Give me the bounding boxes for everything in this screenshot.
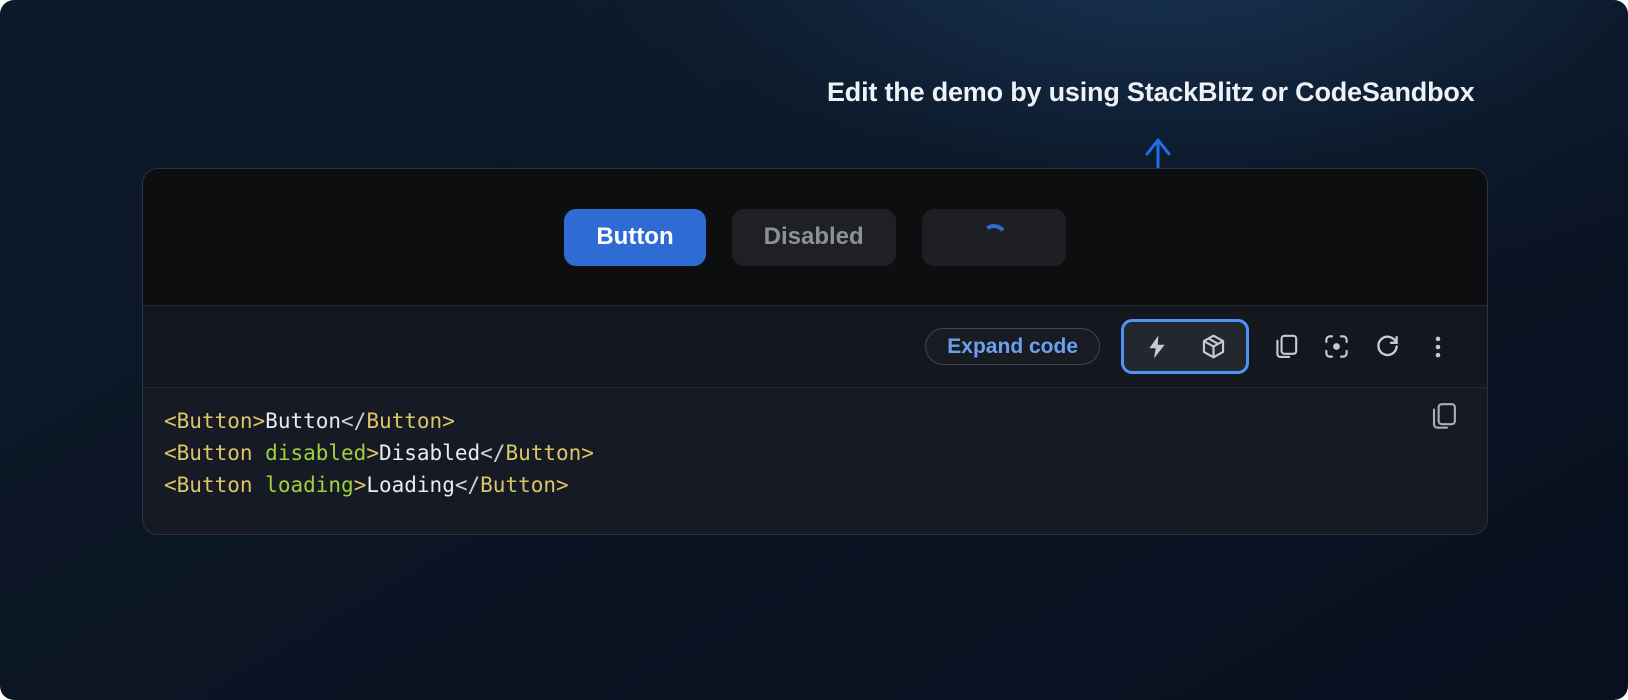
stackblitz-button[interactable] xyxy=(1142,332,1172,362)
annotation-title: Edit the demo by using StackBlitz or Cod… xyxy=(827,77,1474,108)
loading-spinner-icon xyxy=(979,222,1008,251)
code-line: <Button>Button</Button> xyxy=(164,405,1427,437)
copy-icon xyxy=(1428,401,1458,431)
expand-code-button[interactable]: Expand code xyxy=(925,328,1100,365)
copy-code-snippet-button[interactable] xyxy=(1427,401,1459,433)
vertical-ellipsis-icon xyxy=(1425,334,1451,360)
lightning-bolt-icon xyxy=(1144,334,1170,360)
page-background: Edit the demo by using StackBlitz or Cod… xyxy=(0,0,1628,700)
demo-toolbar: Expand code xyxy=(143,305,1487,387)
edit-demo-icon-group xyxy=(1121,319,1249,374)
more-actions-button[interactable] xyxy=(1423,332,1453,362)
demo-disabled-button: Disabled xyxy=(732,209,896,266)
codesandbox-button[interactable] xyxy=(1198,332,1228,362)
demo-primary-button[interactable]: Button xyxy=(564,209,705,266)
standalone-demo-button[interactable] xyxy=(1321,332,1351,362)
copy-code-button[interactable] xyxy=(1270,332,1300,362)
code-line: <Button loading>Loading</Button> xyxy=(164,469,1427,501)
arrowhead-icon xyxy=(1147,140,1169,154)
codesandbox-cube-icon xyxy=(1200,333,1227,360)
demo-loading-button[interactable] xyxy=(922,209,1066,266)
demo-card: Button Disabled Expand code xyxy=(142,168,1488,535)
refresh-demo-button[interactable] xyxy=(1372,332,1402,362)
code-lines: <Button>Button</Button><Button disabled>… xyxy=(164,405,1427,501)
demo-stage: Button Disabled xyxy=(143,169,1487,305)
demo-code-block: <Button>Button</Button><Button disabled>… xyxy=(143,387,1487,534)
refresh-icon xyxy=(1374,333,1401,360)
code-line: <Button disabled>Disabled</Button> xyxy=(164,437,1427,469)
copy-icon xyxy=(1272,333,1299,360)
focus-frame-icon xyxy=(1323,333,1350,360)
